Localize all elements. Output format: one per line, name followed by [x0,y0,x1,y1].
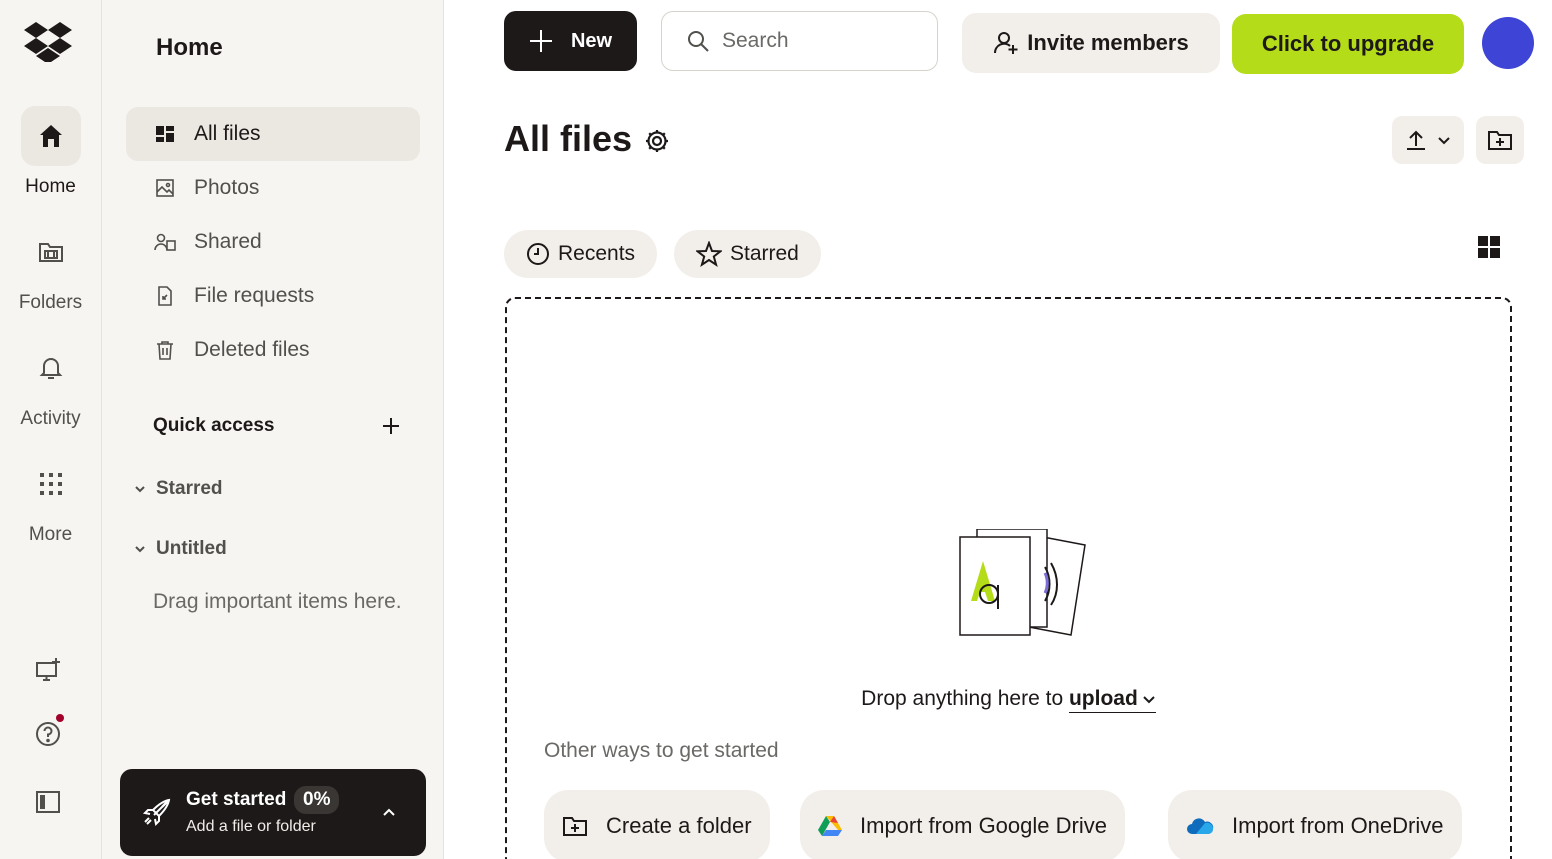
sidebar-item-file-requests[interactable]: File requests [126,269,420,323]
sidebar-item-label: Shared [194,230,262,253]
sidebar: Home All files Photos Shared File reques… [102,0,444,859]
invite-members-button[interactable]: Invite members [962,13,1220,73]
upload-link-label: upload [1068,687,1138,710]
rail-item-more[interactable]: More [0,454,101,546]
new-button-label: New [570,29,613,52]
rail-label-home: Home [25,176,76,197]
rail-label-activity: Activity [20,408,81,429]
apps-grid-icon [21,454,81,514]
bell-icon [21,338,81,398]
import-google-drive-action[interactable]: Import from Google Drive [800,790,1125,859]
sidebar-nav: All files Photos Shared File requests De… [126,107,420,377]
tab-label: Starred [730,242,799,265]
action-label: Create a folder [606,813,752,838]
all-files-icon [154,123,176,145]
get-started-progress: 0% [294,786,340,814]
folders-icon [21,222,81,282]
google-drive-icon [818,816,842,836]
quick-access-hint: Drag important items here. [153,590,402,613]
search-input[interactable] [722,29,922,53]
sidebar-title: Home [156,34,223,61]
grid-view-icon[interactable] [1476,234,1502,260]
chevron-down-icon [1143,696,1155,704]
photos-icon [154,177,176,199]
onedrive-icon [1187,818,1214,834]
quick-access-header: Quick access [153,414,403,438]
page-title: All files [504,118,633,159]
rail-item-activity[interactable]: Activity [0,338,101,430]
tab-recents[interactable]: Recents [504,230,658,278]
quick-access-group-untitled[interactable]: Untitled [132,538,227,560]
import-onedrive-action[interactable]: Import from OneDrive [1168,790,1462,859]
home-icon [20,106,81,166]
action-label: Import from Google Drive [860,813,1107,838]
quick-access-title: Quick access [153,415,275,436]
other-ways-label: Other ways to get started [544,739,779,762]
rail-label-folders: Folders [18,292,83,313]
quick-access-group-starred[interactable]: Starred [132,478,223,500]
create-folder-action[interactable]: Create a folder [544,790,770,859]
app-rail: Home Folders Activity More [0,0,102,859]
dropbox-logo-icon[interactable] [24,20,72,62]
new-folder-icon [563,817,587,836]
action-label: Import from OneDrive [1232,813,1444,838]
files-illustration-icon [957,529,1087,641]
get-started-title: Get started [186,789,287,810]
rocket-icon [142,798,171,827]
sidebar-item-label: File requests [194,284,315,307]
sidebar-toggle-icon[interactable] [28,782,68,822]
new-folder-icon [1488,131,1512,150]
chevron-up-icon [383,808,395,816]
trash-icon [154,339,176,361]
tab-label: Recents [558,242,636,265]
search-icon [688,31,709,52]
add-user-icon [994,32,1018,54]
plus-icon [529,30,552,52]
quick-access-group-label: Untitled [156,538,227,559]
rail-item-folders[interactable]: Folders [0,222,101,314]
chevron-down-icon [135,546,145,553]
upload-link[interactable]: upload [1068,687,1156,713]
upload-icon [1407,130,1425,150]
get-started-card[interactable]: Get started 0% Add a file or folder [120,769,426,856]
help-icon[interactable] [28,714,68,754]
upgrade-button[interactable]: Click to upgrade [1232,14,1464,74]
drop-zone[interactable]: Drop anything here to upload Other ways … [505,297,1512,859]
drop-text: Drop anything here to [861,687,1064,710]
get-started-subtitle: Add a file or folder [186,818,316,835]
file-request-icon [154,285,176,307]
chevron-down-icon [135,486,145,493]
avatar[interactable] [1482,17,1534,69]
create-folder-button[interactable] [1476,116,1524,164]
new-button[interactable]: New [504,11,637,71]
drop-instructions: Drop anything here to upload [507,687,1510,713]
sidebar-item-all-files[interactable]: All files [126,107,420,161]
star-icon [696,241,722,267]
sidebar-item-label: Photos [194,176,260,199]
rail-item-home[interactable]: Home [0,106,101,198]
rail-label-more: More [28,524,73,545]
desktop-app-icon[interactable] [28,650,68,690]
invite-members-label: Invite members [1027,30,1189,55]
quick-access-group-label: Starred [156,478,223,499]
sidebar-item-shared[interactable]: Shared [126,215,420,269]
tab-starred[interactable]: Starred [674,230,821,278]
upload-menu-button[interactable] [1392,116,1464,164]
search-box[interactable] [661,11,938,71]
sidebar-item-label: All files [194,122,261,145]
upgrade-button-label: Click to upgrade [1261,31,1435,56]
sidebar-item-photos[interactable]: Photos [126,161,420,215]
gear-icon[interactable] [644,128,670,154]
notification-dot [56,714,64,722]
sidebar-item-label: Deleted files [194,338,310,361]
sidebar-item-deleted-files[interactable]: Deleted files [126,323,420,377]
shared-icon [154,231,176,253]
chevron-down-icon [1438,137,1450,145]
add-quick-access-button[interactable] [379,414,403,438]
clock-icon [527,243,549,265]
